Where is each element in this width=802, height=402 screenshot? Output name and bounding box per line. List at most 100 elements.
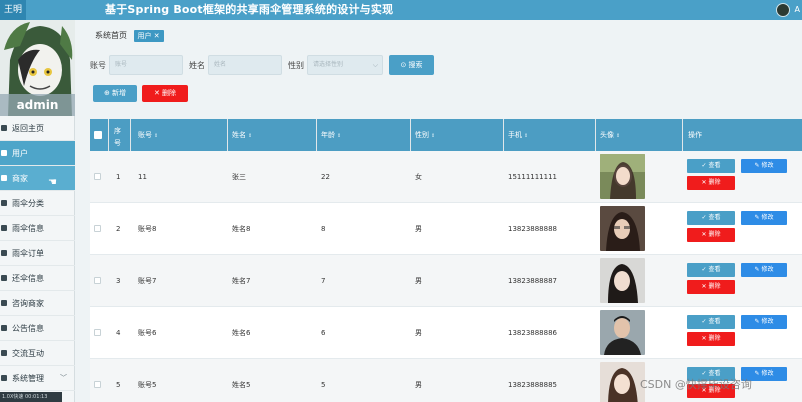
top-left-tag[interactable]: 王明: [0, 0, 27, 20]
add-button-label: 新增: [112, 89, 127, 97]
delete-label: 删除: [708, 179, 721, 186]
search-bar: 账号 账号 姓名 姓名 性别 请选择性别 ⌵ ⊙ 搜索: [85, 55, 802, 77]
sidebar-item-umbrella-info[interactable]: 雨伞信息: [0, 216, 75, 241]
main-content: 系统首页 用户 ✕ 账号 账号 姓名 姓名 性别 请选择性别 ⌵ ⊙ 搜索 ⊕ …: [85, 27, 802, 402]
playback-bar: 1.0X快速 00:01:13: [0, 392, 62, 402]
chevron-down-icon: ⌵: [372, 61, 378, 69]
edit-button[interactable]: ✎ 修改: [741, 159, 787, 173]
select-all-checkbox[interactable]: [94, 131, 102, 139]
tab-user[interactable]: 用户 ✕: [133, 29, 164, 42]
view-label: 查看: [708, 162, 721, 169]
header-age[interactable]: 年龄 ⇕: [321, 119, 341, 151]
gender-select[interactable]: 请选择性别 ⌵: [307, 55, 383, 75]
delete-button[interactable]: ✕ 删除: [687, 280, 735, 294]
sidebar: admin 返回主页 用户 商家 ☚ 雨伞分类 雨伞信息 雨伞订单 还伞信息 咨…: [0, 20, 75, 402]
umbrella-icon: [1, 225, 7, 231]
delete-button[interactable]: ✕ 删除: [687, 176, 735, 190]
sidebar-item-label: 返回主页: [12, 124, 44, 133]
cell-account: 账号8: [138, 225, 157, 233]
delete-button[interactable]: ✕ 删除: [687, 332, 735, 346]
account-input[interactable]: 账号: [109, 55, 183, 75]
row-checkbox[interactable]: [94, 329, 101, 336]
delete-label: 删除: [708, 335, 721, 342]
bulk-delete-button[interactable]: ✕ 删除: [142, 85, 188, 102]
sidebar-item-announcements[interactable]: 公告信息: [0, 316, 75, 341]
sidebar-item-label: 商家: [12, 174, 28, 183]
top-avatar[interactable]: [776, 3, 790, 17]
row-actions: ✓ 查看 ✎ 修改 ✕ 删除: [687, 159, 797, 195]
row-checkbox[interactable]: [94, 381, 101, 388]
sidebar-item-system[interactable]: 系统管理 ﹀: [0, 366, 75, 391]
header-account-label: 账号: [138, 131, 152, 139]
sidebar-item-umbrella-orders[interactable]: 雨伞订单: [0, 241, 75, 266]
gender-label: 性别: [288, 61, 304, 70]
avatar-photo: [600, 258, 645, 303]
cell-phone: 13823888886: [508, 329, 557, 337]
table-row: 2 账号8 姓名8 8 男 13823888888 ✓ 查看 ✎ 修改 ✕ 删除: [90, 203, 802, 255]
edit-button[interactable]: ✎ 修改: [741, 211, 787, 225]
edit-label: 修改: [761, 266, 774, 273]
sidebar-item-return-info[interactable]: 还伞信息: [0, 266, 75, 291]
cell-name: 姓名7: [232, 277, 251, 285]
cell-account: 账号6: [138, 329, 157, 337]
grid-icon: [1, 175, 7, 181]
cell-gender: 男: [415, 225, 422, 233]
cell-no: 4: [116, 329, 121, 337]
header-avatar: 头像 ⇕: [600, 119, 620, 151]
add-button[interactable]: ⊕ 新增: [93, 85, 137, 102]
sidebar-item-consult-merchant[interactable]: 咨询商家: [0, 291, 75, 316]
row-actions: ✓ 查看 ✎ 修改 ✕ 删除: [687, 315, 797, 351]
cell-no: 1: [116, 173, 121, 181]
header-gender[interactable]: 性别 ⇕: [415, 119, 435, 151]
settings-icon: [1, 375, 7, 381]
name-input[interactable]: 姓名: [208, 55, 282, 75]
sidebar-item-user[interactable]: 用户: [0, 141, 75, 166]
cell-phone: 13823888888: [508, 225, 557, 233]
top-right-text: A: [794, 5, 800, 14]
sidebar-item-home[interactable]: 返回主页: [0, 116, 75, 141]
cell-gender: 男: [415, 277, 422, 285]
cell-gender: 男: [415, 381, 422, 389]
breadcrumb-home[interactable]: 系统首页: [95, 31, 127, 40]
view-button[interactable]: ✓ 查看: [687, 159, 735, 173]
edit-button[interactable]: ✎ 修改: [741, 263, 787, 277]
header-account[interactable]: 账号 ⇕: [138, 119, 158, 151]
row-checkbox[interactable]: [94, 173, 101, 180]
table-row: 4 账号6 姓名6 6 男 13823888886 ✓ 查看 ✎ 修改 ✕ 删除: [90, 307, 802, 359]
view-button[interactable]: ✓ 查看: [687, 263, 735, 277]
order-icon: [1, 250, 7, 256]
delete-label: 删除: [708, 283, 721, 290]
edit-button[interactable]: ✎ 修改: [741, 315, 787, 329]
profile-card: admin: [0, 20, 75, 116]
tag-icon: [1, 200, 7, 206]
delete-button[interactable]: ✕ 删除: [687, 228, 735, 242]
header-name[interactable]: 姓名 ⇕: [232, 119, 252, 151]
sort-icon: ⇕: [154, 133, 159, 139]
row-checkbox[interactable]: [94, 277, 101, 284]
cell-account: 11: [138, 173, 147, 181]
header-phone[interactable]: 手机 ⇕: [508, 119, 528, 151]
header-gender-label: 性别: [415, 131, 429, 139]
sidebar-item-merchant[interactable]: 商家 ☚: [0, 166, 75, 191]
chevron-down-icon: ﹀: [60, 374, 67, 382]
sort-icon: ⇕: [248, 133, 253, 139]
avatar-photo: [600, 154, 645, 199]
plus-icon: ⊕: [103, 89, 110, 97]
row-actions: ✓ 查看 ✎ 修改 ✕ 删除: [687, 211, 797, 247]
grid-icon: [1, 300, 7, 306]
name-label: 姓名: [189, 61, 205, 70]
row-checkbox[interactable]: [94, 225, 101, 232]
search-button[interactable]: ⊙ 搜索: [389, 55, 434, 75]
view-button[interactable]: ✓ 查看: [687, 211, 735, 225]
cell-phone: 15111111111: [508, 173, 557, 181]
sidebar-item-umbrella-category[interactable]: 雨伞分类: [0, 191, 75, 216]
cell-account: 账号7: [138, 277, 157, 285]
header-phone-label: 手机: [508, 131, 522, 139]
sidebar-item-interaction[interactable]: 交流互动: [0, 341, 75, 366]
view-button[interactable]: ✓ 查看: [687, 315, 735, 329]
cell-name: 姓名5: [232, 381, 251, 389]
view-label: 查看: [708, 266, 721, 273]
sort-icon: ⇕: [431, 133, 436, 139]
cell-age: 7: [321, 277, 326, 285]
table-row: 3 账号7 姓名7 7 男 13823888887 ✓ 查看 ✎ 修改 ✕ 删除: [90, 255, 802, 307]
